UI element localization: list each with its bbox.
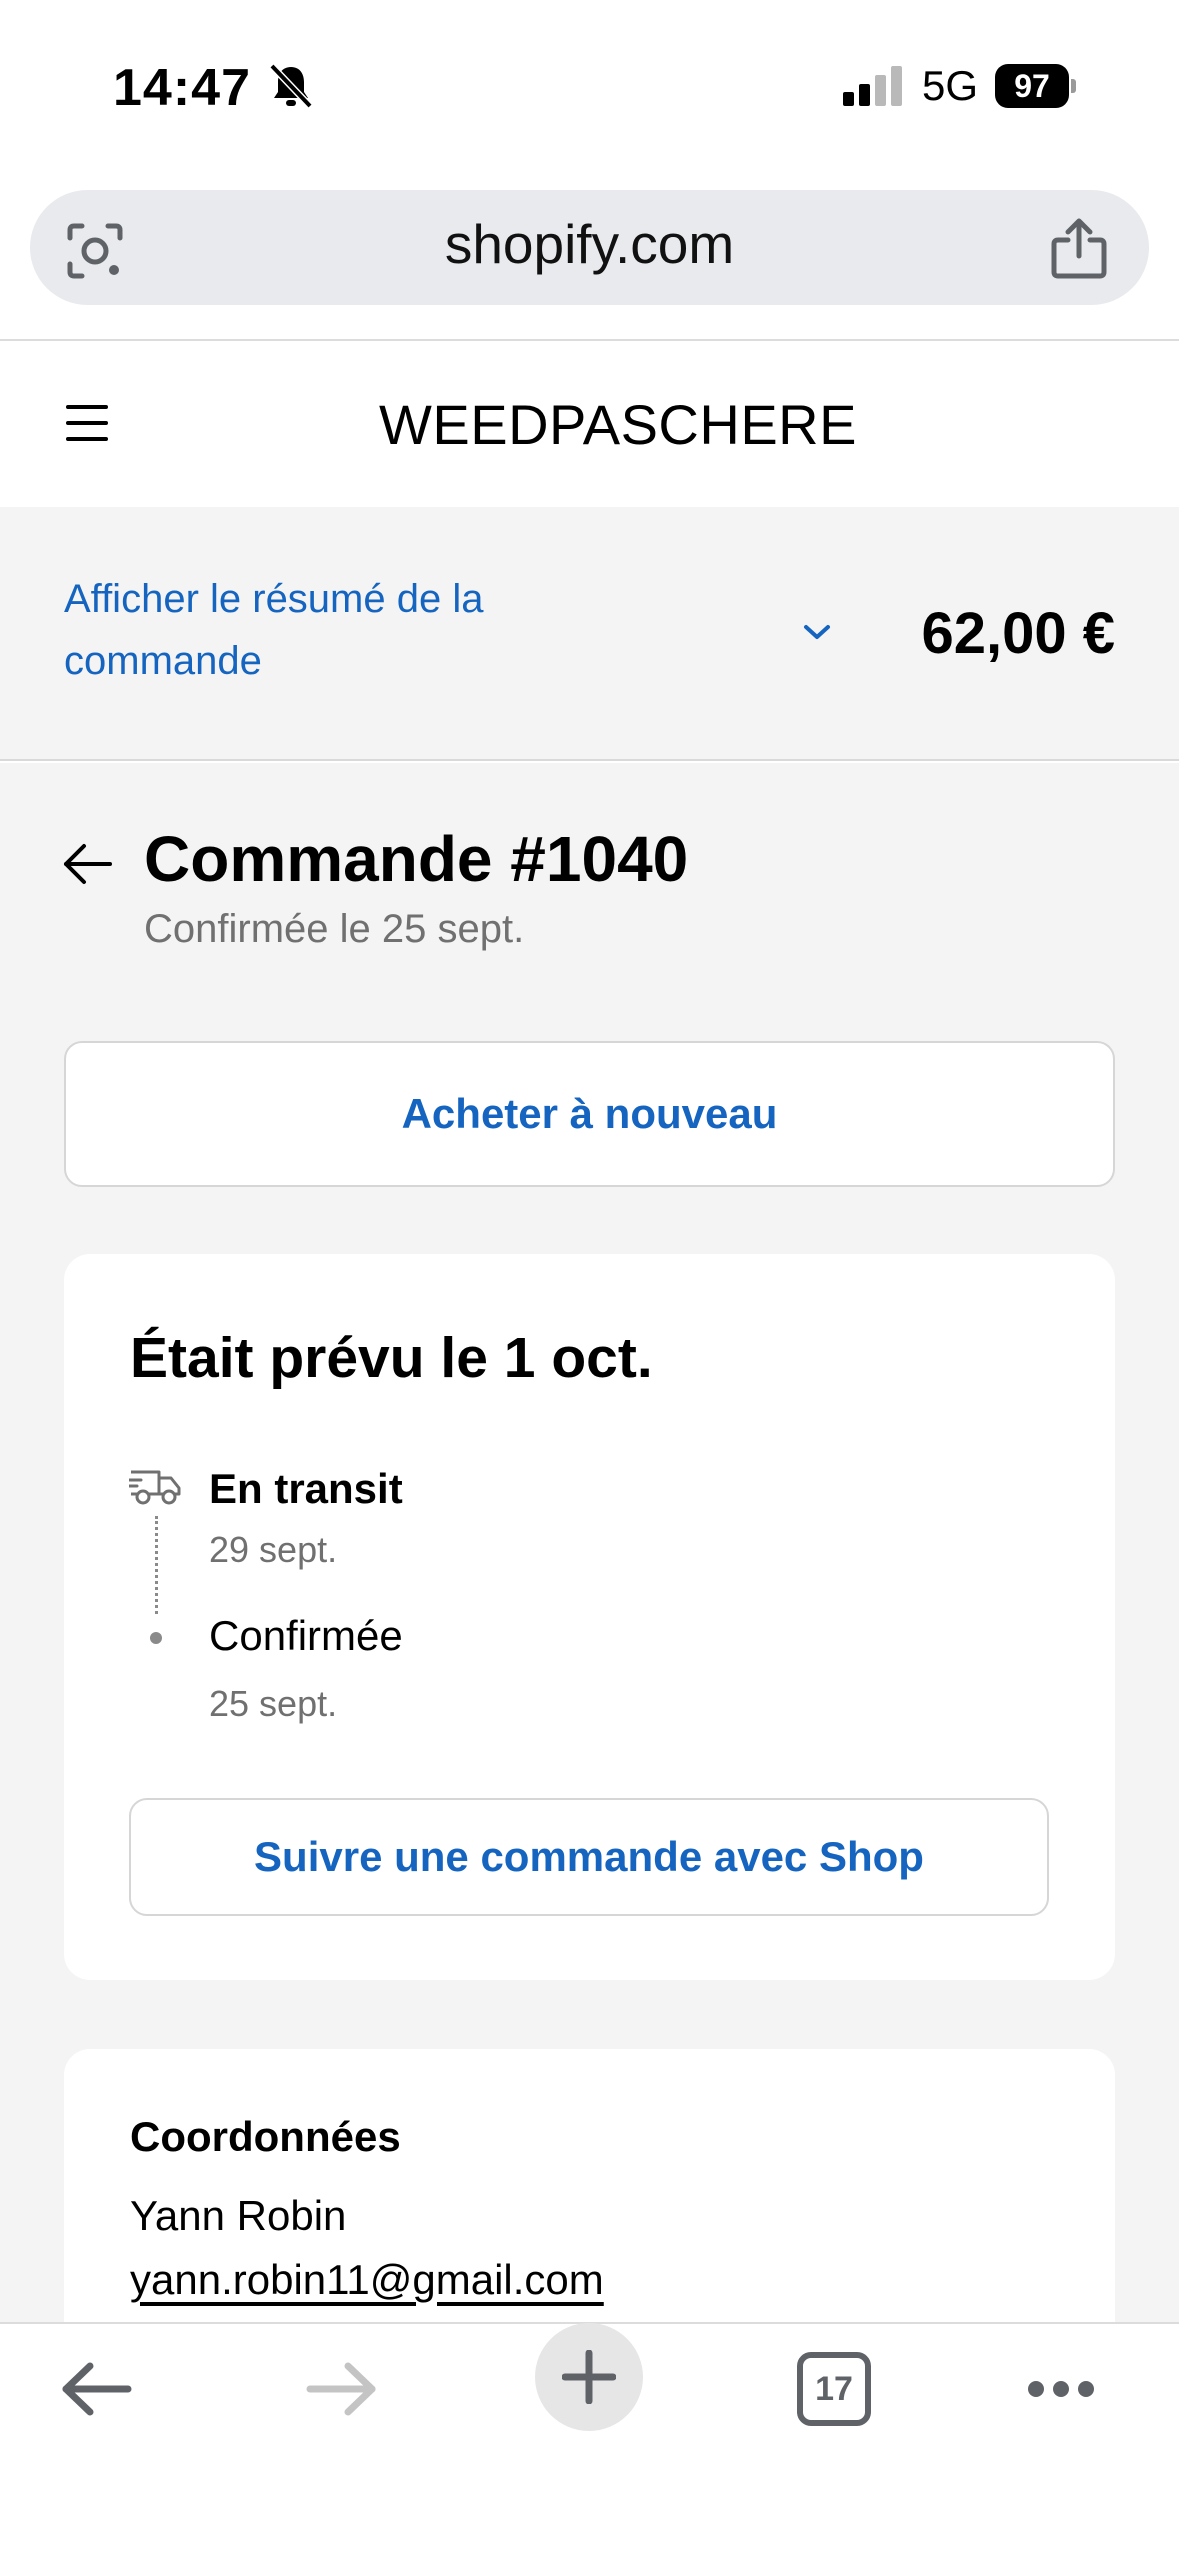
timeline-step-date: 25 sept. (209, 1683, 338, 1724)
page: 14:47 5G 97 shopify.com WEEDPASCHERE Aff… (0, 0, 1179, 2556)
truck-icon (129, 1470, 181, 1505)
show-summary-link[interactable]: Afficher le résumé de la commande (64, 568, 624, 692)
timeline-connector (155, 1516, 158, 1614)
network-type: 5G (922, 62, 979, 109)
chevron-down-icon[interactable] (800, 622, 834, 644)
signal-icon (843, 66, 902, 106)
status-time: 14:47 (113, 59, 251, 117)
page-title: Commande #1040 (144, 823, 689, 895)
buy-again-button[interactable]: Acheter à nouveau (64, 1041, 1115, 1187)
contact-name: Yann Robin (130, 2192, 347, 2239)
timeline-step-label: Confirmée (209, 1612, 403, 1659)
timeline-step-label: En transit (209, 1465, 403, 1512)
track-with-shop-button[interactable]: Suivre une commande avec Shop (129, 1798, 1049, 1916)
shipping-title: Était prévu le 1 oct. (130, 1326, 653, 1390)
order-confirmed-date: Confirmée le 25 sept. (144, 907, 525, 951)
dot-icon (150, 1632, 162, 1644)
battery-icon: 97 (995, 64, 1076, 108)
forward-arrow-icon[interactable] (306, 2358, 378, 2420)
share-icon[interactable] (1050, 218, 1108, 280)
more-icon[interactable] (1026, 2377, 1096, 2401)
url-text[interactable]: shopify.com (0, 212, 1179, 276)
order-total: 62,00 € (921, 601, 1115, 666)
new-tab-button[interactable] (535, 2323, 643, 2431)
tabs-icon[interactable]: 17 (797, 2352, 871, 2426)
store-name[interactable]: WEEDPASCHERE (0, 392, 1179, 457)
bell-muted-icon (269, 63, 313, 109)
timeline-step-date: 29 sept. (209, 1529, 338, 1570)
battery-level: 97 (995, 64, 1069, 108)
battery-tip (1071, 79, 1076, 93)
contact-title: Coordonnées (130, 2113, 401, 2160)
plus-icon (562, 2350, 616, 2404)
back-arrow-icon[interactable] (62, 838, 114, 890)
back-arrow-icon[interactable] (60, 2358, 132, 2420)
contact-email-link[interactable]: yann.robin11@gmail.com (130, 2256, 604, 2304)
